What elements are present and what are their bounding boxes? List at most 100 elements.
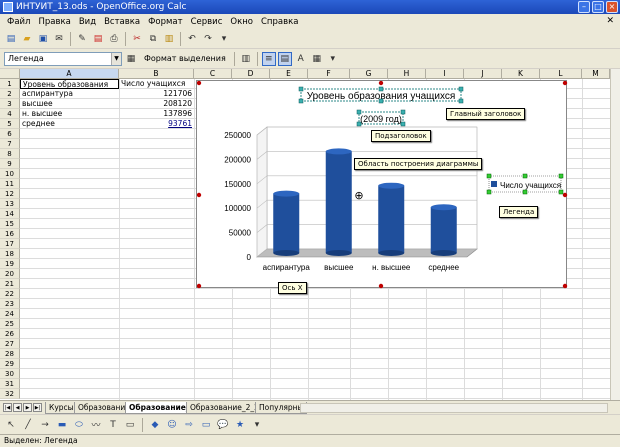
row-header[interactable]: 26 [0,329,20,339]
callouts-icon[interactable]: 💬 [216,418,230,432]
prev-sheet-icon[interactable]: ◀ [13,403,22,412]
row-header[interactable]: 28 [0,349,20,359]
symbol-shapes-icon[interactable]: ☺ [165,418,179,432]
close-button[interactable]: × [606,1,618,13]
row-header[interactable]: 3 [0,99,20,109]
scale-text-icon[interactable]: A [294,52,308,66]
menu-edit[interactable]: Правка [34,17,74,27]
menu-window[interactable]: Окно [226,17,257,27]
menu-tools[interactable]: Сервис [187,17,227,27]
row-header[interactable]: 20 [0,269,20,279]
export-pdf-icon[interactable]: ▤ [91,32,105,46]
toolbar-options-icon[interactable]: ▾ [217,32,231,46]
minimize-button[interactable]: – [578,1,590,13]
row-header[interactable]: 19 [0,259,20,269]
cell-b4[interactable]: 137896 [119,109,194,119]
freeform-icon[interactable]: 〰 [89,418,103,432]
row-header[interactable]: 14 [0,209,20,219]
menu-file[interactable]: Файл [3,17,34,27]
cell-a2[interactable]: аспирантура [20,89,119,99]
column-header[interactable]: C [194,69,232,79]
cell-a3[interactable]: высшее [20,99,119,109]
flowchart-icon[interactable]: ▭ [199,418,213,432]
row-header[interactable]: 1 [0,79,20,89]
block-arrows-icon[interactable]: ⇨ [182,418,196,432]
cell-b1[interactable]: Число учащихся [119,79,194,89]
row-header[interactable]: 13 [0,199,20,209]
row-header[interactable]: 30 [0,369,20,379]
cut-icon[interactable]: ✂ [130,32,144,46]
row-header[interactable]: 12 [0,189,20,199]
select-arrow-icon[interactable]: ↖ [4,418,18,432]
chevron-down-icon[interactable]: ▼ [111,52,121,65]
row-header[interactable]: 17 [0,239,20,249]
column-header[interactable]: F [308,69,350,79]
column-header[interactable]: K [502,69,540,79]
auto-layout-icon[interactable]: ▦ [310,52,324,66]
toolbar2-options-icon[interactable]: ▾ [326,52,340,66]
menu-insert[interactable]: Вставка [100,17,144,27]
row-header[interactable]: 24 [0,309,20,319]
open-icon[interactable]: ▰ [20,32,34,46]
menu-view[interactable]: Вид [75,17,100,27]
text-icon[interactable]: T [106,418,120,432]
horizontal-grid-icon[interactable]: ≡ [261,51,276,66]
chart-element-select[interactable]: Легенда ▼ [4,51,122,66]
row-header[interactable]: 10 [0,169,20,179]
redo-icon[interactable]: ↷ [201,32,215,46]
cell-b3[interactable]: 208120 [119,99,194,109]
column-header[interactable]: H [388,69,426,79]
new-icon[interactable]: ▤ [4,32,18,46]
row-header[interactable]: 4 [0,109,20,119]
cell-a4[interactable]: н. высшее [20,109,119,119]
select-all-corner[interactable] [0,69,20,79]
row-header[interactable]: 15 [0,219,20,229]
row-header[interactable]: 27 [0,339,20,349]
ellipse-icon[interactable]: ⬭ [72,418,86,432]
column-header[interactable]: E [270,69,308,79]
copy-icon[interactable]: ⧉ [146,32,160,46]
print-icon[interactable]: ⎙ [107,32,121,46]
column-header[interactable]: A [20,69,119,79]
row-header[interactable]: 22 [0,289,20,299]
next-sheet-icon[interactable]: ▶ [23,403,32,412]
stars-icon[interactable]: ★ [233,418,247,432]
line-icon[interactable]: ╱ [21,418,35,432]
column-header[interactable]: I [426,69,464,79]
row-header[interactable]: 8 [0,149,20,159]
legend-toggle-icon[interactable]: ▤ [277,51,292,66]
horizontal-scrollbar[interactable] [300,403,608,413]
save-icon[interactable]: ▣ [36,32,50,46]
first-sheet-icon[interactable]: |◀ [3,403,12,412]
rectangle-icon[interactable]: ▬ [55,418,69,432]
cell-b5[interactable]: 93761 [119,119,194,129]
menu-format[interactable]: Формат [144,17,187,27]
sheet-tab-obrazovanie-2-2[interactable]: Образование_2_2 [186,402,263,414]
row-header[interactable]: 11 [0,179,20,189]
row-header[interactable]: 32 [0,389,20,399]
row-header[interactable]: 25 [0,319,20,329]
arrow-line-icon[interactable]: → [38,418,52,432]
menu-help[interactable]: Справка [257,17,302,27]
cell-b2[interactable]: 121706 [119,89,194,99]
paste-icon[interactable]: ▥ [162,32,176,46]
row-header[interactable]: 16 [0,229,20,239]
basic-shapes-icon[interactable]: ◆ [148,418,162,432]
row-header[interactable]: 29 [0,359,20,369]
edit-file-icon[interactable]: ✎ [75,32,89,46]
format-selection-icon[interactable]: ▦ [124,52,138,66]
row-header[interactable]: 18 [0,249,20,259]
column-header[interactable]: B [119,69,194,79]
email-icon[interactable]: ✉ [52,32,66,46]
column-header[interactable]: J [464,69,502,79]
maximize-button[interactable]: □ [592,1,604,13]
chart-type-icon[interactable]: ▥ [239,52,253,66]
format-selection-button[interactable]: Формат выделения [140,54,230,63]
column-header[interactable]: L [540,69,582,79]
row-header[interactable]: 21 [0,279,20,289]
column-header[interactable]: D [232,69,270,79]
undo-icon[interactable]: ↶ [185,32,199,46]
last-sheet-icon[interactable]: ▶| [33,403,42,412]
row-header[interactable]: 2 [0,89,20,99]
row-header[interactable]: 5 [0,119,20,129]
